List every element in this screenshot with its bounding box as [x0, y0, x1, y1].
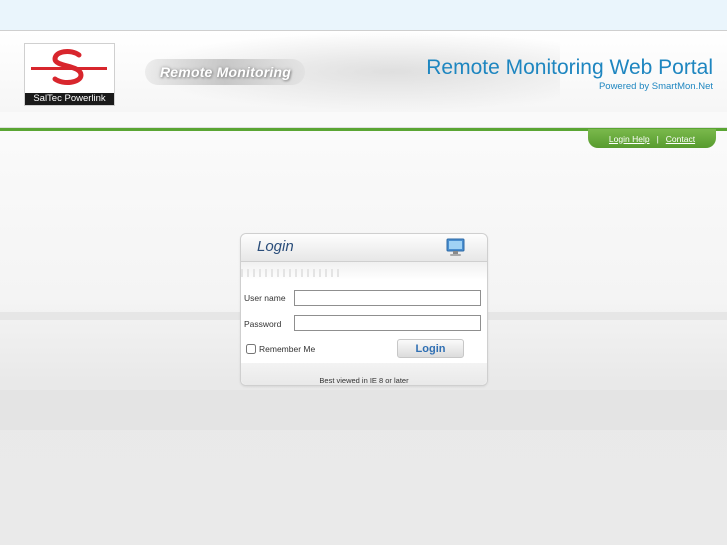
- password-label: Password: [244, 319, 282, 329]
- nav-separator: |: [656, 133, 659, 144]
- remember-me-label: Remember Me: [259, 344, 316, 354]
- login-panel-header: Login: [241, 234, 487, 262]
- computer-monitor-icon: [446, 238, 465, 256]
- decorative-band: [241, 262, 487, 280]
- login-button[interactable]: Login: [397, 339, 464, 358]
- top-nav: Login Help | Contact: [588, 129, 716, 148]
- logo-caption: SalTec Powerlink: [25, 93, 114, 105]
- remember-me[interactable]: Remember Me: [246, 344, 315, 354]
- login-help-link[interactable]: Login Help: [609, 134, 650, 144]
- password-input[interactable]: [294, 315, 481, 331]
- remember-me-checkbox[interactable]: [246, 344, 256, 354]
- banner-text: Remote Monitoring: [160, 64, 291, 80]
- background-stripe: [0, 390, 727, 430]
- header-subbar: [0, 112, 727, 128]
- site-header: SalTec Powerlink Remote Monitoring Remot…: [0, 30, 727, 113]
- login-title: Login: [257, 238, 294, 255]
- contact-link[interactable]: Contact: [666, 134, 695, 144]
- username-input[interactable]: [294, 290, 481, 306]
- top-strip: [0, 0, 727, 30]
- username-label: User name: [244, 293, 286, 303]
- company-logo: SalTec Powerlink: [24, 43, 115, 106]
- login-panel: Login User name Password Remember Me Log…: [240, 233, 488, 386]
- saltec-logo-icon: [31, 49, 107, 85]
- portal-title: Remote Monitoring Web Portal: [426, 56, 713, 79]
- browser-note: Best viewed in IE 8 or later: [319, 376, 409, 385]
- portal-subtitle: Powered by SmartMon.Net: [598, 81, 713, 92]
